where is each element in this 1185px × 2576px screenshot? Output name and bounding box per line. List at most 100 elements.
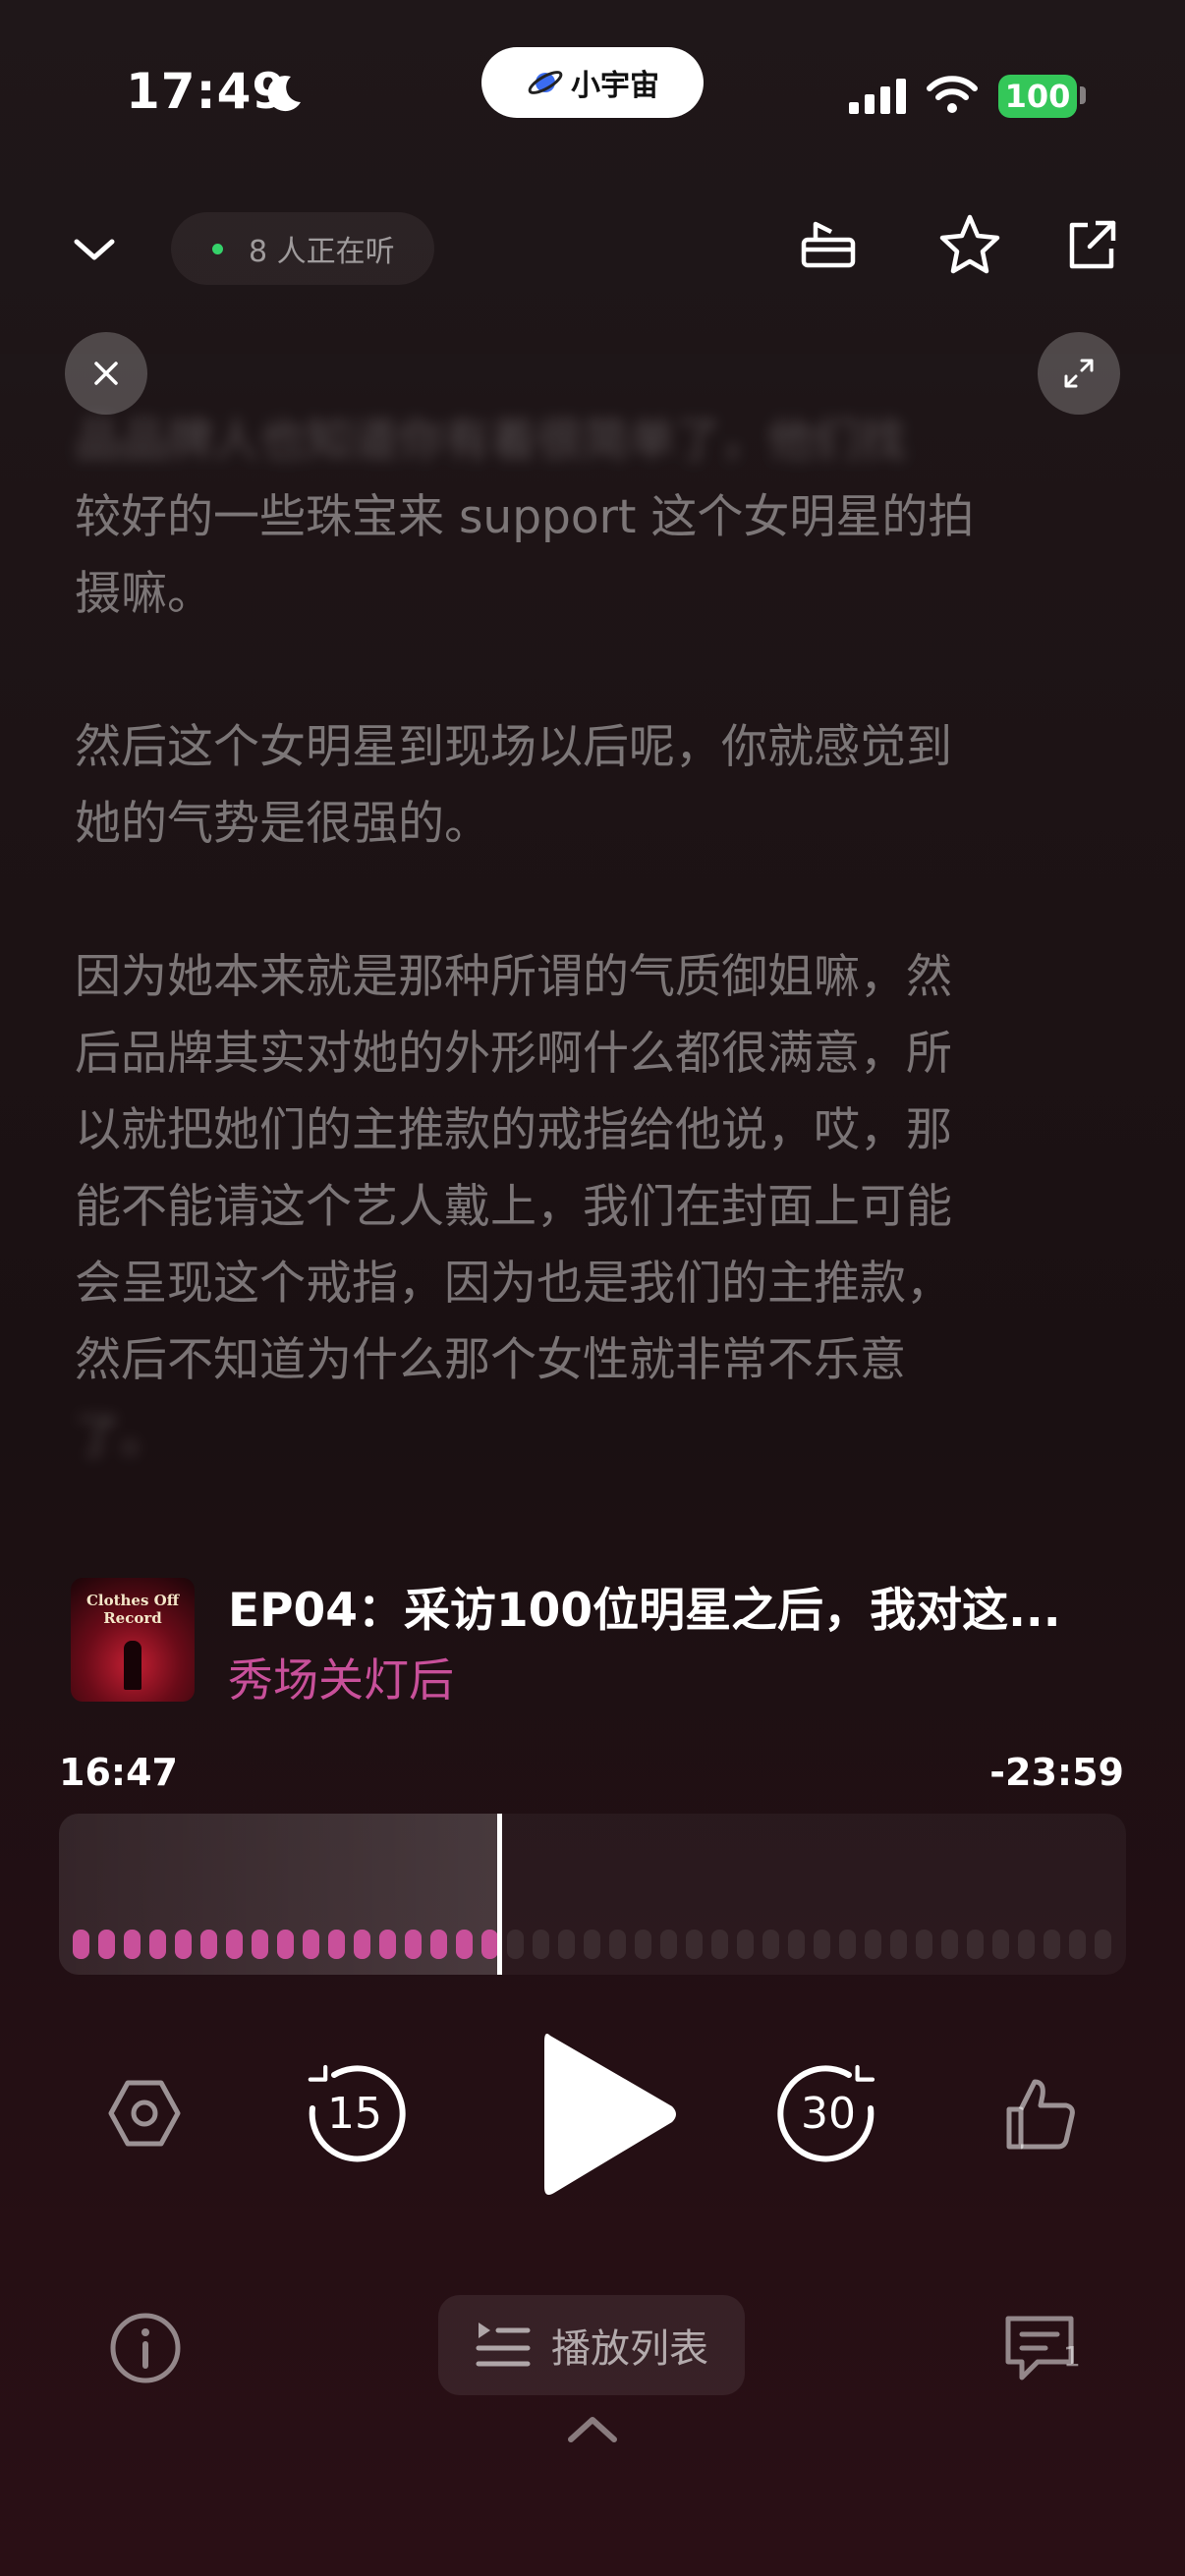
- waveform-dot: [175, 1930, 192, 1959]
- like-button[interactable]: [998, 2071, 1083, 2156]
- waveform-dot: [328, 1930, 345, 1959]
- listeners-badge[interactable]: 8 人正在听: [171, 212, 434, 285]
- star-icon[interactable]: [935, 210, 1004, 279]
- live-dot: [212, 243, 223, 254]
- signal-icon: [849, 79, 906, 114]
- expand-transcript-button[interactable]: [1038, 332, 1120, 415]
- waveform-dot: [890, 1930, 907, 1959]
- transcript-paragraph: 然后这个女明星到现场以后呢，你就感觉到 她的气势是很强的。: [75, 709, 1116, 863]
- play-button[interactable]: [531, 2024, 688, 2205]
- transcript-line: 摄嘛。: [75, 567, 213, 621]
- comment-count: 1: [1063, 2340, 1081, 2373]
- play-icon: [544, 2034, 676, 2195]
- transcript-line: 会呈现这个戒指，因为也是我们的主推款，: [75, 1257, 952, 1311]
- thumbs-up-icon: [1006, 2079, 1075, 2150]
- waveform-dot: [788, 1930, 805, 1959]
- episode-title[interactable]: EP04：采访100位明星之后，我对这...: [228, 1572, 1112, 1640]
- waveform-dot: [941, 1930, 958, 1959]
- chevron-down-icon[interactable]: [65, 220, 124, 279]
- moon-icon: [267, 76, 301, 112]
- dynamic-island-app[interactable]: 小宇宙: [481, 47, 704, 118]
- transcript-line: 因为她本来就是那种所谓的气质御姐嘛，然: [75, 950, 952, 1004]
- waveform-dot: [865, 1930, 881, 1959]
- playhead[interactable]: [497, 1814, 502, 1975]
- battery-indicator: 100: [998, 75, 1077, 118]
- transcript-paragraph: 较好的一些珠宝来 support 这个女明星的拍 摄嘛。: [75, 479, 1116, 633]
- waveform-dot: [609, 1930, 626, 1959]
- transcript-blurred-line: 品品牌人也知道你有着很简单了，他们找: [75, 414, 906, 468]
- waveform-dot: [430, 1930, 447, 1959]
- waveform-dot: [73, 1930, 89, 1959]
- podcast-name[interactable]: 秀场关灯后: [228, 1645, 454, 1709]
- transcript-line: 然后不知道为什么那个女性就非常不乐意: [75, 1333, 906, 1387]
- cover-title: Clothes Off Record: [85, 1592, 180, 1627]
- waveform-dot: [303, 1930, 319, 1959]
- waveform-dot: [711, 1930, 728, 1959]
- waveform-dot: [98, 1930, 115, 1959]
- transcript-line: 她的气势是很强的。: [75, 797, 490, 851]
- waveform-dot: [533, 1930, 549, 1959]
- gift-box-icon[interactable]: [794, 210, 863, 279]
- skip-back-seconds: 15: [327, 2088, 382, 2139]
- elapsed-time: 16:47: [59, 1751, 178, 1794]
- wifi-icon: [927, 76, 978, 113]
- waveform-dot: [481, 1930, 498, 1959]
- progress-scrubber[interactable]: [59, 1814, 1126, 1975]
- transcript-line: 然后这个女明星到现场以后呢，你就感觉到: [75, 720, 952, 774]
- waveform-dot: [1069, 1930, 1086, 1959]
- waveform-dot: [1095, 1930, 1111, 1959]
- waveform-dot: [967, 1930, 984, 1959]
- waveform-dot: [660, 1930, 677, 1959]
- cover-figure: [124, 1641, 141, 1690]
- waveform-dot: [814, 1930, 830, 1959]
- waveform-dot: [226, 1930, 243, 1959]
- skip-forward-seconds: 30: [801, 2088, 856, 2139]
- hexagon-settings-icon: [108, 2080, 181, 2147]
- close-icon: [94, 362, 118, 385]
- planet-icon: [528, 71, 563, 94]
- info-icon: [110, 2313, 181, 2383]
- episode-info-button[interactable]: [106, 2309, 185, 2387]
- remaining-time: -23:59: [989, 1751, 1124, 1794]
- waveform-dot: [762, 1930, 779, 1959]
- battery-cap: [1080, 86, 1086, 104]
- transcript-line: 后品牌其实对她的外形啊什么都很满意，所: [75, 1027, 952, 1081]
- transcript-line: 能不能请这个艺人戴上，我们在封面上可能: [75, 1180, 952, 1234]
- player-screen: 17:49 小宇宙 100 8 人正在听 品品牌人也知道你有着很简单了，他们找 …: [0, 0, 1185, 2576]
- transcript-line: 较好的一些珠宝来 support 这个女明星的拍: [75, 490, 975, 544]
- waveform-dot: [558, 1930, 575, 1959]
- waveform-dots: [73, 1930, 1111, 1959]
- waveform-dot: [992, 1930, 1009, 1959]
- waveform-dot: [277, 1930, 294, 1959]
- waveform-dot: [1018, 1930, 1035, 1959]
- waveform-dot: [916, 1930, 932, 1959]
- transcript-paragraph: 因为她本来就是那种所谓的气质御姐嘛，然 后品牌其实对她的外形啊什么都很满意，所 …: [75, 939, 1116, 1476]
- listeners-count: 8 人正在听: [249, 235, 395, 269]
- expand-up-button[interactable]: [562, 2409, 623, 2448]
- waveform-dot: [1044, 1930, 1060, 1959]
- speed-settings-button[interactable]: [102, 2071, 187, 2156]
- close-transcript-button[interactable]: [65, 332, 147, 415]
- playlist-label: 播放列表: [551, 2326, 708, 2372]
- waveform-dot: [124, 1930, 141, 1959]
- share-icon[interactable]: [1057, 210, 1126, 279]
- transcript-line: 了。: [75, 1410, 167, 1464]
- transcript-line: 以就把她们的主推款的戒指给他说，哎，那: [75, 1103, 952, 1157]
- island-app-name: 小宇宙: [571, 69, 659, 103]
- playlist-icon: [476, 2323, 531, 2367]
- skip-forward-30-button[interactable]: 30: [772, 2057, 884, 2169]
- waveform-dot: [354, 1930, 370, 1959]
- skip-back-15-button[interactable]: 15: [299, 2057, 411, 2169]
- waveform-dot: [252, 1930, 268, 1959]
- transcript-panel[interactable]: 品品牌人也知道你有着很简单了，他们找 较好的一些珠宝来 support 这个女明…: [75, 403, 1116, 1552]
- waveform-dot: [686, 1930, 703, 1959]
- transcript-fade: [0, 354, 1185, 413]
- waveform-dot: [405, 1930, 422, 1959]
- playlist-button[interactable]: 播放列表: [438, 2295, 745, 2395]
- waveform-dot: [456, 1930, 473, 1959]
- waveform-dot: [635, 1930, 651, 1959]
- episode-cover[interactable]: Clothes Off Record: [71, 1578, 195, 1702]
- waveform-dot: [839, 1930, 856, 1959]
- waveform-dot: [200, 1930, 217, 1959]
- expand-icon: [1064, 359, 1094, 388]
